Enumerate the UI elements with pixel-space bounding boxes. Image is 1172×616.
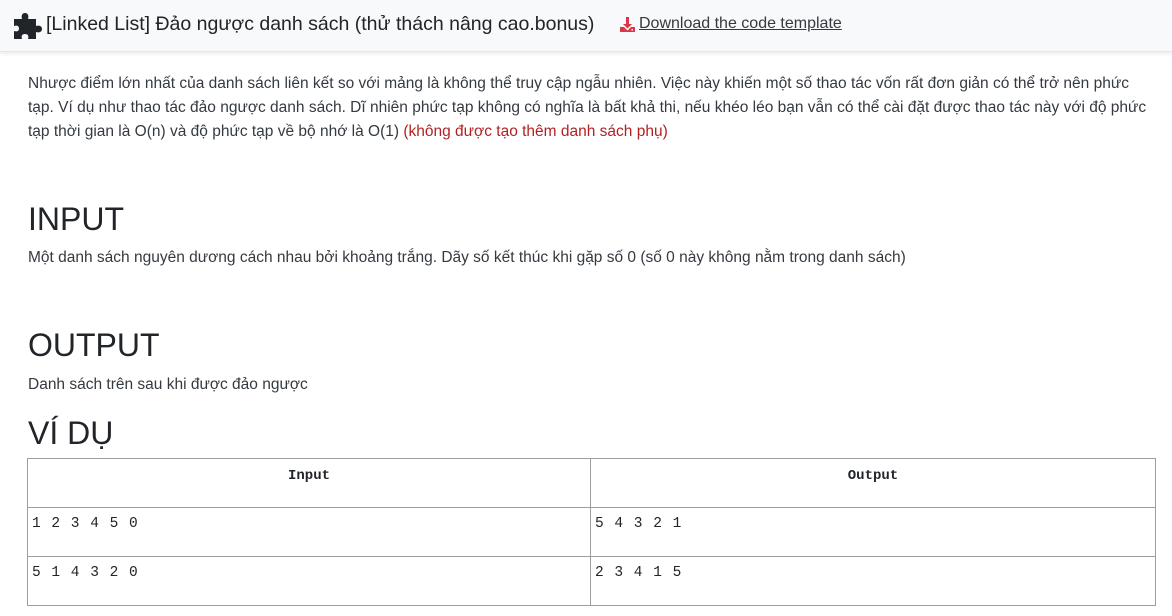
example-input-cell: 5 1 4 3 2 0 [27, 556, 591, 606]
example-output-cell: 5 4 3 2 1 [590, 507, 1156, 557]
output-heading: OUTPUT [28, 327, 160, 363]
example-output-cell: 2 3 4 1 5 [590, 556, 1156, 606]
column-header-output: Output [590, 458, 1156, 508]
page-title: [Linked List] Đảo ngược danh sách (thử t… [46, 13, 595, 35]
table-header-row: Input Output [27, 458, 1156, 508]
intro-warning: (không được tạo thêm danh sách phụ) [403, 123, 668, 140]
input-description: Một danh sách nguyên dương cách nhau bởi… [28, 249, 906, 266]
column-header-input: Input [27, 458, 591, 508]
intro-paragraph: Nhược điểm lớn nhất của danh sách liên k… [28, 72, 1152, 144]
table-row: 1 2 3 4 5 0 5 4 3 2 1 [27, 507, 1156, 557]
examples-heading: VÍ DỤ [28, 415, 114, 451]
output-description: Danh sách trên sau khi được đảo ngược [28, 376, 308, 393]
download-icon [620, 16, 635, 32]
examples-table: Input Output 1 2 3 4 5 0 5 4 3 2 1 5 1 4… [27, 458, 1156, 606]
table-row: 5 1 4 3 2 0 2 3 4 1 5 [27, 556, 1156, 606]
example-input-cell: 1 2 3 4 5 0 [27, 507, 591, 557]
input-heading: INPUT [28, 201, 124, 237]
puzzle-piece-icon [14, 13, 42, 39]
download-template-link[interactable]: Download the code template [619, 14, 842, 34]
download-label[interactable]: Download the code template [639, 14, 842, 34]
header-bar: [Linked List] Đảo ngược danh sách (thử t… [0, 0, 1172, 52]
problem-intro: Nhược điểm lớn nhất của danh sách liên k… [28, 72, 1152, 144]
